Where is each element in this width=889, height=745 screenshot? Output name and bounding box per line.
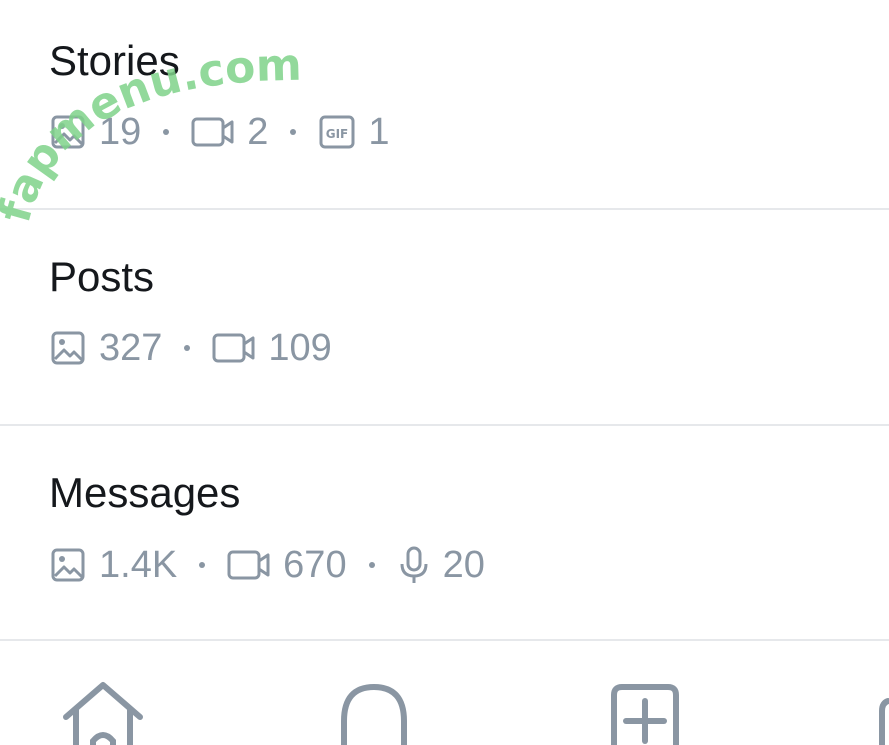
nav-more[interactable]: [876, 681, 889, 745]
image-icon: [49, 546, 87, 584]
separator-dot: [368, 562, 375, 568]
bottom-navigation: [0, 641, 889, 745]
stats-row: 1.4K 670 20: [49, 539, 485, 591]
stat-images: 1.4K: [49, 546, 177, 584]
stat-images: 19: [49, 113, 141, 151]
video-icon: [191, 115, 235, 149]
stat-count: 327: [99, 327, 163, 369]
separator-dot: [199, 562, 206, 568]
stat-images: 327: [49, 329, 162, 367]
stats-row: 19 2 GIF 1: [49, 106, 390, 158]
stat-count: 19: [99, 111, 142, 153]
bell-icon: [334, 681, 414, 745]
add-post-icon: [606, 681, 684, 745]
stat-gifs: GIF 1: [318, 111, 390, 153]
stat-count: 1.4K: [99, 544, 178, 586]
messages-section[interactable]: Messages 1.4K 670 20: [0, 426, 889, 641]
separator-dot: [163, 129, 170, 135]
separator-dot: [184, 345, 191, 351]
microphone-icon: [397, 545, 431, 585]
stat-videos: 2: [191, 113, 268, 151]
stat-count: 670: [283, 544, 347, 586]
stats-row: 327 109: [49, 322, 332, 374]
gif-icon: GIF: [318, 113, 356, 151]
more-icon: [876, 681, 889, 745]
stat-videos: 670: [227, 544, 347, 586]
video-icon: [227, 548, 271, 582]
nav-notifications[interactable]: [334, 681, 414, 745]
posts-section[interactable]: Posts 327 109: [0, 210, 889, 426]
image-icon: [49, 113, 87, 151]
section-title: Stories: [49, 37, 180, 84]
stat-audio: 20: [397, 545, 485, 585]
image-icon: [49, 329, 87, 367]
nav-home[interactable]: [60, 681, 146, 745]
stories-section[interactable]: Stories 19 2 GIF 1: [0, 0, 889, 210]
stat-count: 2: [247, 111, 269, 153]
home-icon: [60, 681, 146, 745]
stat-videos: 109: [212, 327, 332, 369]
stat-count: 109: [268, 327, 332, 369]
stat-count: 20: [442, 544, 485, 586]
stat-count: 1: [368, 111, 390, 153]
separator-dot: [290, 129, 297, 135]
svg-text:GIF: GIF: [326, 127, 349, 141]
video-icon: [212, 331, 256, 365]
nav-add-post[interactable]: [606, 681, 684, 745]
section-title: Messages: [49, 469, 241, 516]
section-title: Posts: [49, 253, 155, 300]
